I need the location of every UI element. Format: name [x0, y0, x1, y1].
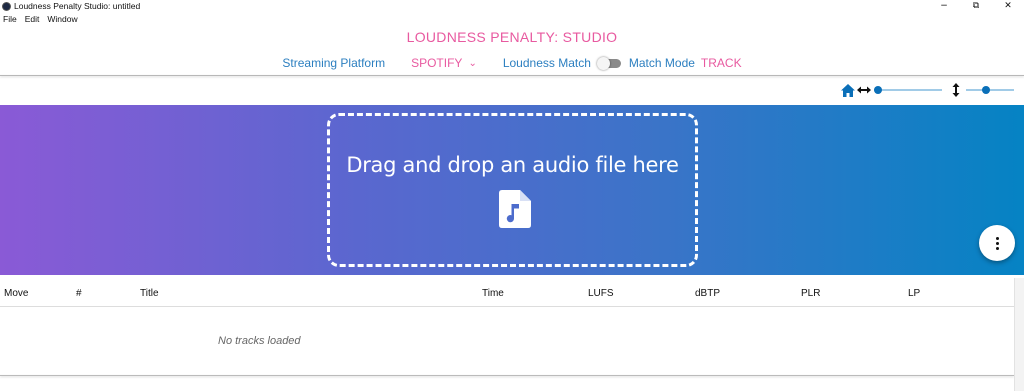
app-icon [2, 1, 11, 11]
loudness-match-toggle[interactable] [596, 56, 621, 70]
audio-file-icon [499, 190, 531, 228]
loudness-match-label: Loudness Match [502, 56, 591, 70]
app-window: Loudness Penalty Studio: untitled − ⧉ ✕ … [0, 0, 1024, 391]
window-title: Loudness Penalty Studio: untitled [14, 1, 141, 11]
header-controls: Streaming Platform SPOTIFY ⌄ Loudness Mat… [0, 55, 1024, 71]
horizontal-zoom-slider[interactable] [874, 84, 942, 96]
column-header-time[interactable]: Time [482, 288, 504, 299]
drop-zone[interactable]: Drag and drop an audio file here [0, 105, 1024, 275]
column-header-lufs[interactable]: LUFS [588, 288, 614, 299]
menu-window[interactable]: Window [47, 14, 77, 24]
empty-table-message: No tracks loaded [218, 335, 301, 347]
home-icon[interactable] [840, 82, 856, 98]
drop-target[interactable]: Drag and drop an audio file here [327, 113, 698, 267]
slider-track [874, 89, 942, 91]
column-header-lp[interactable]: LP [908, 288, 920, 299]
menu-edit[interactable]: Edit [25, 14, 40, 24]
vertical-arrows-icon [948, 82, 964, 98]
minimize-button[interactable]: − [928, 0, 960, 12]
vertical-zoom-slider[interactable] [966, 84, 1014, 96]
table-bottom-divider [0, 375, 1014, 376]
window-controls: − ⧉ ✕ [928, 0, 1024, 12]
slider-knob[interactable] [982, 86, 990, 94]
column-header-number[interactable]: # [76, 288, 82, 299]
drop-instructions: Drag and drop an audio file here [346, 153, 679, 177]
menu-bar: File Edit Window [0, 13, 83, 25]
more-vertical-icon [995, 236, 999, 250]
slider-track [966, 89, 1014, 91]
menu-file[interactable]: File [3, 14, 17, 24]
streaming-platform-label: Streaming Platform [282, 56, 386, 70]
column-header-move[interactable]: Move [4, 288, 28, 299]
streaming-platform-select[interactable]: SPOTIFY ⌄ [411, 56, 477, 70]
match-mode-value[interactable]: TRACK [701, 56, 742, 70]
close-button[interactable]: ✕ [992, 0, 1024, 12]
column-header-title[interactable]: Title [140, 288, 159, 299]
title-bar: Loudness Penalty Studio: untitled − ⧉ ✕ [0, 0, 1024, 12]
column-header-dbtp[interactable]: dBTP [695, 288, 720, 299]
restore-button[interactable]: ⧉ [960, 0, 992, 12]
track-table-header: Move # Title Time LUFS dBTP PLR LP [0, 280, 1014, 307]
slider-knob[interactable] [874, 86, 882, 94]
horizontal-arrows-icon [856, 82, 872, 98]
toggle-knob [596, 56, 610, 70]
zoom-toolbar [840, 81, 1020, 99]
match-mode-label: Match Mode [628, 56, 695, 70]
header-divider [0, 75, 1024, 76]
more-options-button[interactable] [979, 225, 1015, 261]
column-header-plr[interactable]: PLR [801, 288, 820, 299]
vertical-scrollbar[interactable] [1014, 278, 1024, 391]
streaming-platform-value: SPOTIFY [411, 56, 463, 70]
app-title: LOUDNESS PENALTY: STUDIO [406, 29, 618, 45]
chevron-down-icon: ⌄ [468, 58, 477, 69]
